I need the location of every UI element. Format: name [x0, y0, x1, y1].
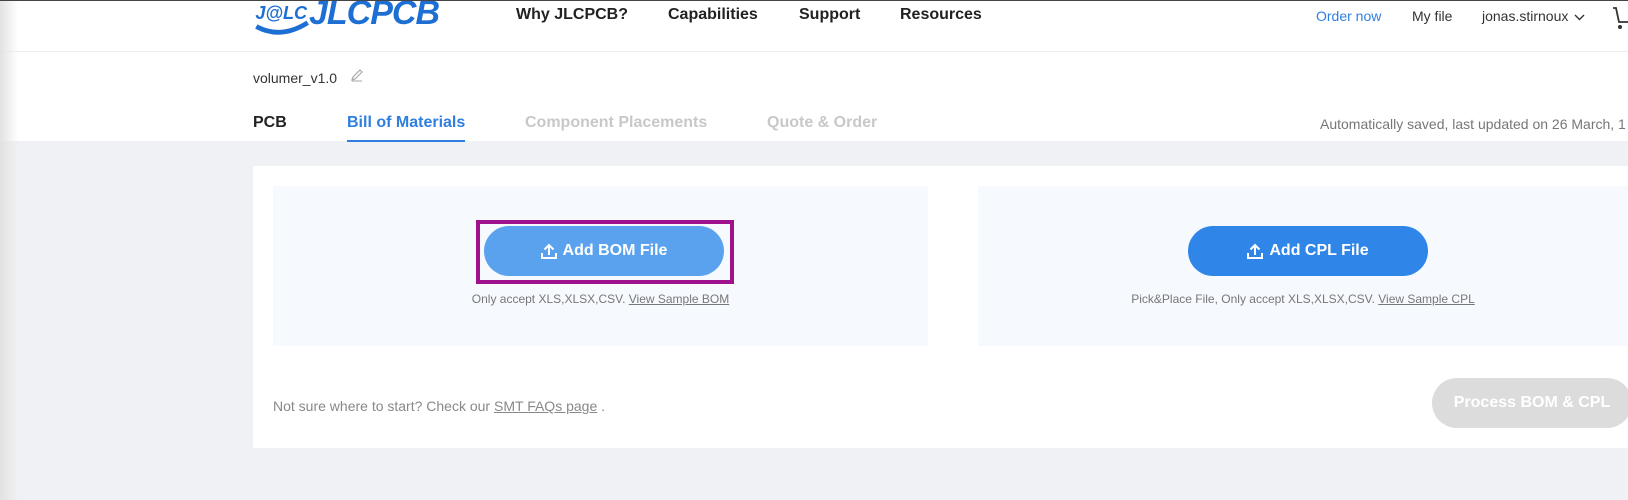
add-cpl-file-button[interactable]: Add CPL File	[1188, 226, 1428, 276]
user-menu[interactable]: jonas.stirnoux	[1482, 8, 1585, 24]
edit-pencil-icon[interactable]	[350, 68, 364, 82]
project-subheader: volumer_v1.0 PCB Bill of Materials Compo…	[0, 52, 1628, 142]
badge-text: J@LC	[255, 3, 308, 23]
nav-support[interactable]: Support	[799, 6, 860, 24]
autosave-status: Automatically saved, last updated on 26 …	[1320, 116, 1626, 132]
jlcpcb-logo[interactable]: J@LC JLCPCB	[251, 0, 456, 40]
view-sample-bom-link[interactable]: View Sample BOM	[629, 292, 729, 306]
cpl-upload-panel: Add CPL File Pick&Place File, Only accep…	[978, 186, 1628, 346]
left-edge-shadow	[0, 0, 18, 500]
window-top-border	[0, 0, 1628, 1]
help-prefix: Not sure where to start? Check our	[273, 398, 491, 414]
upload-icon	[1247, 243, 1264, 259]
upload-card: Add BOM File Only accept XLS,XLSX,CSV. V…	[253, 166, 1628, 448]
add-cpl-file-label: Add CPL File	[1269, 242, 1369, 259]
bom-hint-text: Only accept XLS,XLSX,CSV.	[471, 292, 626, 306]
smt-faqs-link[interactable]: SMT FAQs page	[494, 398, 597, 414]
order-now-link[interactable]: Order now	[1316, 8, 1381, 24]
help-text: Not sure where to start? Check our SMT F…	[273, 398, 605, 414]
project-name: volumer_v1.0	[253, 70, 338, 86]
view-sample-cpl-link[interactable]: View Sample CPL	[1378, 292, 1475, 306]
tab-quote-order[interactable]: Quote & Order	[767, 114, 877, 132]
nav-why-jlcpcb[interactable]: Why JLCPCB?	[516, 6, 628, 24]
brand-name: JLCPCB	[309, 0, 440, 32]
cpl-hint-text: Pick&Place File, Only accept XLS,XLSX,CS…	[1131, 292, 1375, 306]
my-file-link[interactable]: My file	[1412, 8, 1452, 24]
tab-component-placements[interactable]: Component Placements	[525, 114, 707, 132]
cpl-hint: Pick&Place File, Only accept XLS,XLSX,CS…	[978, 292, 1628, 306]
bom-hint: Only accept XLS,XLSX,CSV. View Sample BO…	[273, 292, 928, 306]
nav-capabilities[interactable]: Capabilities	[668, 6, 758, 24]
site-header: J@LC JLCPCB Why JLCPCB? Capabilities Sup…	[0, 0, 1628, 52]
tab-bill-of-materials[interactable]: Bill of Materials	[347, 114, 466, 142]
chevron-down-icon	[1574, 14, 1585, 21]
process-bom-cpl-button[interactable]: Process BOM & CPL	[1432, 378, 1628, 428]
username: jonas.stirnoux	[1482, 8, 1569, 24]
help-suffix: .	[601, 398, 606, 414]
highlight-box	[476, 220, 734, 284]
tab-pcb[interactable]: PCB	[253, 114, 287, 132]
nav-resources[interactable]: Resources	[900, 6, 982, 24]
jlc-badge-icon: J@LC	[255, 3, 310, 35]
bom-upload-panel: Add BOM File Only accept XLS,XLSX,CSV. V…	[273, 186, 928, 346]
cart-icon[interactable]	[1612, 0, 1628, 34]
